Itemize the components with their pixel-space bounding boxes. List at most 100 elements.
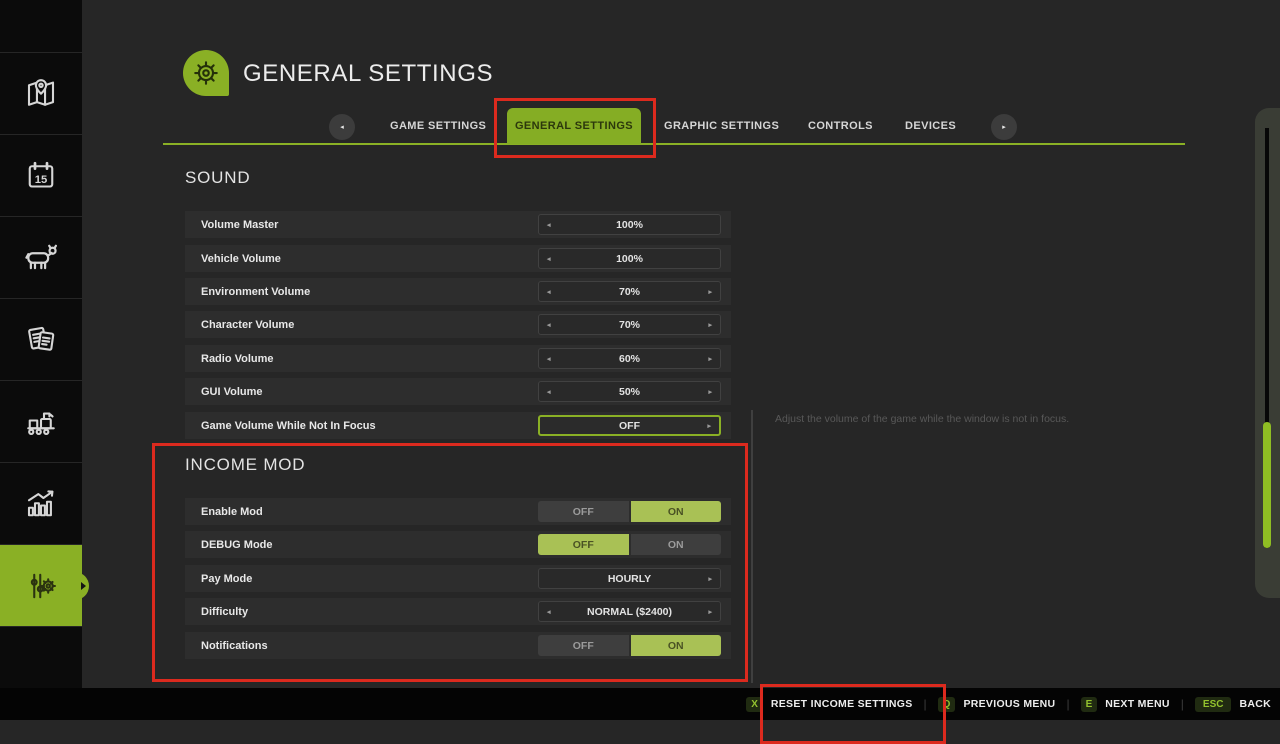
radio-volume-stepper[interactable]: ◂ 60% ▸	[538, 348, 721, 369]
separator: |	[924, 697, 927, 711]
character-volume-stepper[interactable]: ◂ 70% ▸	[538, 314, 721, 335]
row-debug-mode: DEBUG Mode OFF ON	[185, 531, 731, 558]
stepper-value: 100%	[616, 219, 643, 231]
enable-mod-toggle[interactable]: OFF ON	[538, 501, 721, 522]
stepper-value: 50%	[619, 386, 640, 398]
hint-back[interactable]: ESC BACK	[1195, 697, 1271, 712]
hint-label: NEXT MENU	[1105, 698, 1170, 710]
sidebar-item-contracts[interactable]	[0, 298, 82, 380]
stepper-right-arrow-icon[interactable]: ▸	[708, 288, 712, 296]
row-gui-volume: GUI Volume ◂ 50% ▸	[185, 378, 731, 405]
stepper-value: 70%	[619, 286, 640, 298]
settings-sliders-icon	[23, 568, 59, 604]
stepper-left-arrow-icon[interactable]: ◂	[547, 255, 551, 263]
section-title-sound: SOUND	[185, 168, 250, 188]
difficulty-stepper[interactable]: ◂ NORMAL ($2400) ▸	[538, 601, 721, 622]
volume-master-stepper[interactable]: ◂ 100% ▸	[538, 214, 721, 235]
map-icon	[23, 76, 59, 112]
separator: |	[1066, 697, 1069, 711]
game-volume-not-in-focus-stepper[interactable]: ◂ OFF ▸	[538, 415, 721, 436]
stepper-left-arrow-icon[interactable]: ◂	[547, 288, 551, 296]
sidebar-item-map[interactable]	[0, 52, 82, 134]
chevron-left-icon: ◂	[340, 123, 344, 131]
tab-controls[interactable]: CONTROLS	[808, 120, 873, 132]
gui-volume-stepper[interactable]: ◂ 50% ▸	[538, 381, 721, 402]
setting-label: Pay Mode	[201, 573, 252, 585]
active-tab-arrow-icon	[81, 582, 86, 590]
sidebar: 15	[0, 0, 82, 688]
stepper-left-arrow-icon[interactable]: ◂	[547, 608, 551, 616]
setting-label: Environment Volume	[201, 286, 310, 298]
cow-icon	[22, 239, 60, 277]
settings-badge	[183, 50, 229, 96]
row-character-volume: Character Volume ◂ 70% ▸	[185, 311, 731, 338]
stepper-value: OFF	[619, 420, 640, 432]
stepper-right-arrow-icon[interactable]: ▸	[707, 422, 711, 430]
separator: |	[1181, 697, 1184, 711]
row-vehicle-volume: Vehicle Volume ◂ 100% ▸	[185, 245, 731, 272]
stepper-left-arrow-icon[interactable]: ◂	[547, 388, 551, 396]
tab-devices[interactable]: DEVICES	[905, 120, 956, 132]
setting-label: DEBUG Mode	[201, 539, 273, 551]
tabs-next-button[interactable]: ▸	[991, 114, 1017, 140]
sidebar-item-settings[interactable]	[0, 544, 82, 626]
toggle-on-button[interactable]: ON	[631, 635, 722, 656]
stepper-right-arrow-icon[interactable]: ▸	[708, 575, 712, 583]
stepper-left-arrow-icon[interactable]: ◂	[547, 355, 551, 363]
statistics-icon	[23, 486, 59, 522]
setting-label: Notifications	[201, 640, 268, 652]
setting-label: Enable Mod	[201, 506, 263, 518]
tab-general-settings[interactable]: GENERAL SETTINGS	[507, 108, 641, 144]
toggle-off-button[interactable]: OFF	[538, 501, 629, 522]
stepper-left-arrow-icon[interactable]: ◂	[547, 321, 551, 329]
hint-label: RESET INCOME SETTINGS	[771, 698, 913, 710]
sidebar-item-statistics[interactable]	[0, 462, 82, 544]
stepper-right-arrow-icon[interactable]: ▸	[708, 608, 712, 616]
stepper-value: HOURLY	[608, 573, 651, 585]
setting-label: Game Volume While Not In Focus	[201, 420, 376, 432]
setting-label: GUI Volume	[201, 386, 263, 398]
stepper-value: 60%	[619, 353, 640, 365]
debug-mode-toggle[interactable]: OFF ON	[538, 534, 721, 555]
svg-text:15: 15	[35, 173, 48, 185]
tab-game-settings[interactable]: GAME SETTINGS	[390, 120, 486, 132]
sidebar-item-animals[interactable]	[0, 216, 82, 298]
hint-next-menu[interactable]: E NEXT MENU	[1081, 697, 1170, 712]
key-badge-x: X	[746, 697, 763, 712]
page-title: GENERAL SETTINGS	[243, 60, 493, 88]
toggle-off-button[interactable]: OFF	[538, 635, 629, 656]
settings-list-scrollbar[interactable]	[751, 410, 753, 683]
toggle-on-button[interactable]: ON	[631, 501, 722, 522]
contracts-icon	[23, 322, 59, 358]
setting-label: Difficulty	[201, 606, 248, 618]
tabs-prev-button[interactable]: ◂	[329, 114, 355, 140]
sidebar-item-calendar[interactable]: 15	[0, 134, 82, 216]
sidebar-divider	[0, 626, 82, 627]
stepper-left-arrow-icon[interactable]: ◂	[547, 221, 551, 229]
stepper-right-arrow-icon[interactable]: ▸	[708, 355, 712, 363]
production-icon	[23, 404, 59, 440]
hint-reset-income-settings[interactable]: X RESET INCOME SETTINGS	[746, 697, 912, 712]
notifications-toggle[interactable]: OFF ON	[538, 635, 721, 656]
setting-label: Character Volume	[201, 319, 294, 331]
toggle-off-button[interactable]: OFF	[538, 534, 629, 555]
hint-previous-menu[interactable]: Q PREVIOUS MENU	[938, 697, 1056, 712]
row-pay-mode: Pay Mode ◂ HOURLY ▸	[185, 565, 731, 592]
pay-mode-stepper[interactable]: ◂ HOURLY ▸	[538, 568, 721, 589]
stepper-right-arrow-icon[interactable]: ▸	[708, 388, 712, 396]
row-enable-mod: Enable Mod OFF ON	[185, 498, 731, 525]
chevron-right-icon: ▸	[1002, 123, 1006, 131]
sidebar-item-production[interactable]	[0, 380, 82, 462]
stepper-right-arrow-icon[interactable]: ▸	[708, 321, 712, 329]
calendar-icon: 15	[23, 158, 59, 194]
setting-label: Vehicle Volume	[201, 253, 281, 265]
environment-volume-stepper[interactable]: ◂ 70% ▸	[538, 281, 721, 302]
stepper-value: NORMAL ($2400)	[587, 606, 672, 618]
scrollbar-thumb[interactable]	[1263, 422, 1271, 548]
hint-label: PREVIOUS MENU	[963, 698, 1055, 710]
tab-graphic-settings[interactable]: GRAPHIC SETTINGS	[664, 120, 779, 132]
toggle-on-button[interactable]: ON	[631, 534, 722, 555]
key-badge-e: E	[1081, 697, 1098, 712]
vehicle-volume-stepper[interactable]: ◂ 100% ▸	[538, 248, 721, 269]
stepper-value: 100%	[616, 253, 643, 265]
